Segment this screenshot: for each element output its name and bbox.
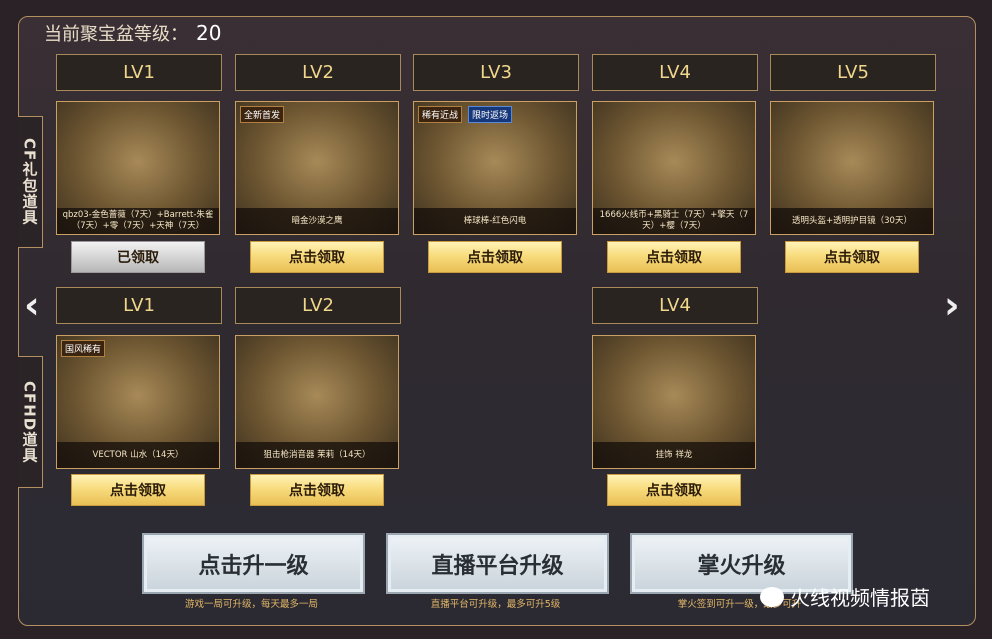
claimed-button[interactable]: 已领取 [71, 241, 205, 273]
level-header: LV2 [235, 287, 401, 324]
level-header: LV4 [592, 287, 758, 324]
upgrade-note: 游戏一局可升级，每天最多一局 [184, 599, 318, 610]
watermark-text: 火线视频情报茵 [790, 586, 930, 610]
level-header: LV1 [56, 54, 222, 91]
level-header: LV2 [235, 54, 401, 91]
tab-cfhd-items[interactable]: CFHD道具 [18, 356, 43, 488]
claim-button[interactable]: 点击领取 [250, 474, 384, 506]
item-caption: 棒球棒-红色闪电 [414, 208, 576, 234]
item-caption: 透明头盔+透明护目镜（30天） [771, 208, 933, 234]
level-header: LV4 [592, 54, 758, 91]
level-label: 当前聚宝盆等级： [44, 24, 188, 45]
level-header: LV3 [413, 54, 579, 91]
page-title: 当前聚宝盆等级： 20 [44, 20, 221, 46]
tab-cf-items[interactable]: CF礼包道具 [18, 116, 43, 248]
reward-card[interactable]: 全新首发暗金沙漠之鹰 [235, 101, 399, 235]
claim-button[interactable]: 点击领取 [607, 474, 741, 506]
reward-card[interactable]: 1666火线币+黑骑士（7天）+擎天（7天）+樱（7天） [592, 101, 756, 235]
item-caption: 挂饰 祥龙 [593, 442, 755, 468]
live-platform-upgrade-button[interactable]: 直播平台升级 [386, 533, 609, 594]
reward-card[interactable]: 稀有近战 限时返场棒球棒-红色闪电 [413, 101, 577, 235]
claim-button[interactable]: 点击领取 [250, 241, 384, 273]
level-header: LV1 [56, 287, 222, 324]
item-caption: VECTOR 山水（14天） [57, 442, 219, 468]
claim-button[interactable]: 点击领取 [71, 474, 205, 506]
item-caption: 暗金沙漠之鹰 [236, 208, 398, 234]
item-caption: 狙击枪消音器 茉莉（14天） [236, 442, 398, 468]
item-image [593, 102, 755, 208]
level-value: 20 [196, 21, 222, 45]
watermark: 火线视频情报茵 [760, 582, 930, 611]
next-arrow-icon[interactable]: › [944, 286, 960, 324]
upgrade-note: 直播平台可升级，最多可升5级 [430, 599, 561, 610]
reward-card[interactable]: 国风稀有 VECTOR 山水（14天） [56, 335, 220, 469]
item-image [57, 102, 219, 208]
item-badge: 全新首发 [240, 106, 285, 123]
prev-arrow-icon[interactable]: ‹ [24, 286, 40, 324]
level-header: LV5 [770, 54, 936, 91]
reward-card[interactable]: 透明头盔+透明护目镜（30天） [770, 101, 934, 235]
item-image [593, 336, 755, 442]
reward-card[interactable]: qbz03-金色蔷薇（7天）+Barrett-朱雀（7天）+零（7天）+天神（7… [56, 101, 220, 235]
wechat-icon [760, 586, 784, 607]
item-caption: qbz03-金色蔷薇（7天）+Barrett-朱雀（7天）+零（7天）+天神（7… [57, 208, 219, 234]
claim-button[interactable]: 点击领取 [785, 241, 919, 273]
upgrade-one-level-button[interactable]: 点击升一级 [142, 533, 365, 594]
item-badge: 国风稀有 [61, 340, 106, 357]
item-badge: 限时返场 [468, 106, 513, 123]
item-image [236, 336, 398, 442]
claim-button[interactable]: 点击领取 [607, 241, 741, 273]
claim-button[interactable]: 点击领取 [428, 241, 562, 273]
item-badge: 稀有近战 [418, 106, 463, 123]
reward-card[interactable]: 挂饰 祥龙 [592, 335, 756, 469]
reward-card[interactable]: 狙击枪消音器 茉莉（14天） [235, 335, 399, 469]
item-caption: 1666火线币+黑骑士（7天）+擎天（7天）+樱（7天） [593, 208, 755, 234]
item-image [771, 102, 933, 208]
